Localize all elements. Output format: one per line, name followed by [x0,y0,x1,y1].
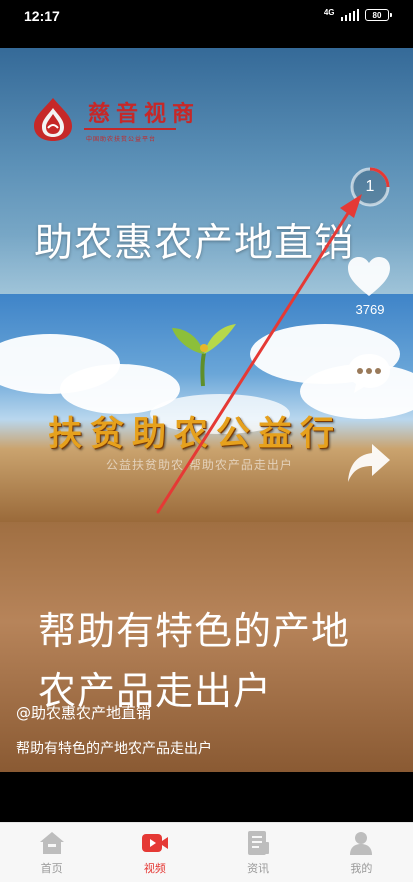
nav-label-profile: 我的 [350,862,373,875]
status-indicators: 4G 80 [323,8,392,21]
news-icon [248,831,270,855]
nav-item-video[interactable]: 视频 [103,823,206,882]
status-time: 12:17 [24,8,60,24]
video-mid-subtitle: 公益扶贫助农 帮助农产品走出户 [106,458,293,472]
brand-logo-icon [34,98,72,141]
nav-item-news[interactable]: 资讯 [207,823,310,882]
post-caption: 帮助有特色的产地农产品走出户 [16,741,212,757]
like-button[interactable] [344,252,394,302]
video-mid-title: 扶贫助农公益行 [48,414,342,454]
brand-logo-rule [84,128,176,130]
video-headline: 助农惠农产地直销 [34,221,355,266]
video-player[interactable]: 慈音视商 中国助农扶贫公益平台 助农惠农产地直销 扶贫助农公益行 公益扶贫助农 … [0,48,413,772]
status-bar: 12:17 4G 80 [0,0,413,34]
nav-item-profile[interactable]: 我的 [310,823,413,882]
timer-count: 1 [365,178,375,195]
battery-level: 80 [372,10,382,20]
home-icon [39,832,64,854]
nav-item-home[interactable]: 首页 [0,823,103,882]
nav-label-news: 资讯 [247,862,270,875]
nav-label-video: 视频 [143,862,166,875]
brand-logo-name: 慈音视商 [88,101,201,127]
sprout-logo-icon [172,324,236,387]
brand-logo-tagline: 中国助农扶贫公益平台 [86,136,157,143]
share-button[interactable] [344,440,394,486]
battery-icon: 80 [365,9,392,21]
like-count: 3769 [355,302,385,317]
bottom-nav: 首页 视频 资讯 我的 [0,822,413,882]
reward-timer-button[interactable]: 1 [348,165,392,209]
comment-button[interactable] [344,350,394,396]
video-icon [141,834,168,852]
nav-label-home: 首页 [40,862,63,875]
signal-icon [340,9,359,21]
post-author[interactable]: @助农惠农产地直销 [16,702,151,723]
network-type: 4G [323,8,335,17]
video-bottom-line-1: 帮助有特色的产地 [38,609,351,653]
profile-icon [350,832,373,855]
